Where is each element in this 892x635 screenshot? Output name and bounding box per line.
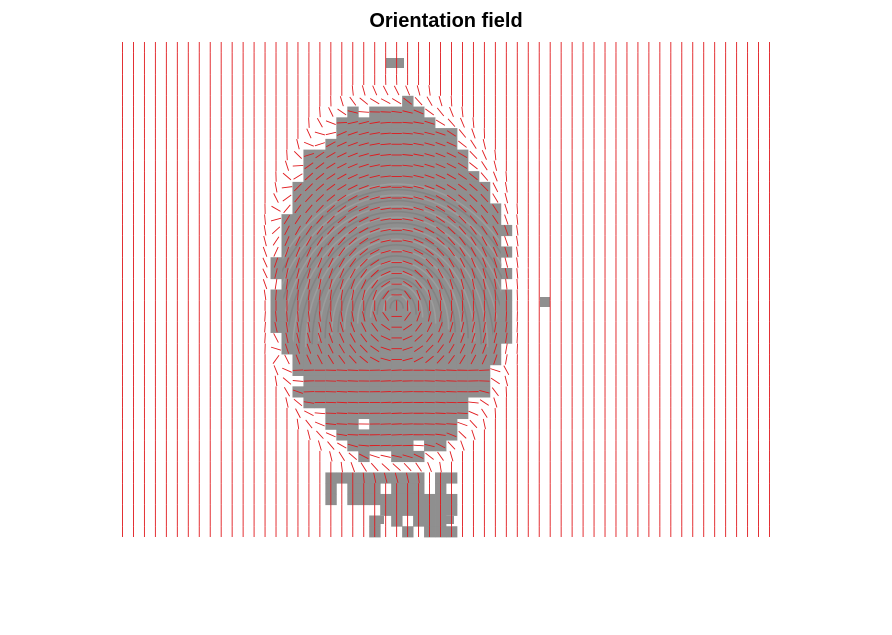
orientation-field-figure: Orientation field [0, 0, 892, 635]
orientation-segment [505, 311, 508, 322]
orientation-segment [292, 165, 304, 167]
mask-speck [446, 516, 454, 524]
orientation-segment [336, 423, 348, 425]
orientation-segment [435, 380, 446, 382]
orientation-segment [391, 380, 402, 382]
orientation-segment [308, 117, 310, 128]
orientation-segment [336, 401, 348, 404]
orientation-segment [391, 423, 402, 425]
orientation-segment [336, 412, 348, 414]
orientation-segment [391, 444, 402, 447]
orientation-segment [516, 203, 519, 215]
orientation-segment [435, 369, 446, 371]
orientation-segment [336, 121, 348, 124]
orientation-segment [450, 95, 453, 107]
orientation-segment [457, 412, 468, 414]
orientation-segment [391, 391, 402, 393]
orientation-segment [264, 332, 266, 344]
orientation-segment [391, 401, 402, 404]
orientation-segment [435, 391, 446, 393]
orientation-segment [435, 401, 446, 404]
mask-speck [540, 297, 550, 307]
orientation-segment [286, 149, 288, 161]
orientation-segment [494, 408, 497, 419]
orientation-segment [292, 369, 304, 371]
orientation-segment [435, 423, 446, 425]
orientation-segment [391, 369, 402, 371]
orientation-segment [413, 444, 424, 447]
orientation-segment [336, 391, 348, 393]
orientation-segment [516, 332, 519, 344]
mask-speck [376, 516, 384, 524]
orientation-segment [391, 434, 402, 436]
mask-speck [386, 58, 404, 68]
orientation-segment [391, 412, 402, 414]
orientation-segment [435, 412, 446, 414]
figure-title: Orientation field [369, 10, 522, 32]
orientation-segment [336, 380, 348, 382]
orientation-segment [336, 369, 348, 371]
